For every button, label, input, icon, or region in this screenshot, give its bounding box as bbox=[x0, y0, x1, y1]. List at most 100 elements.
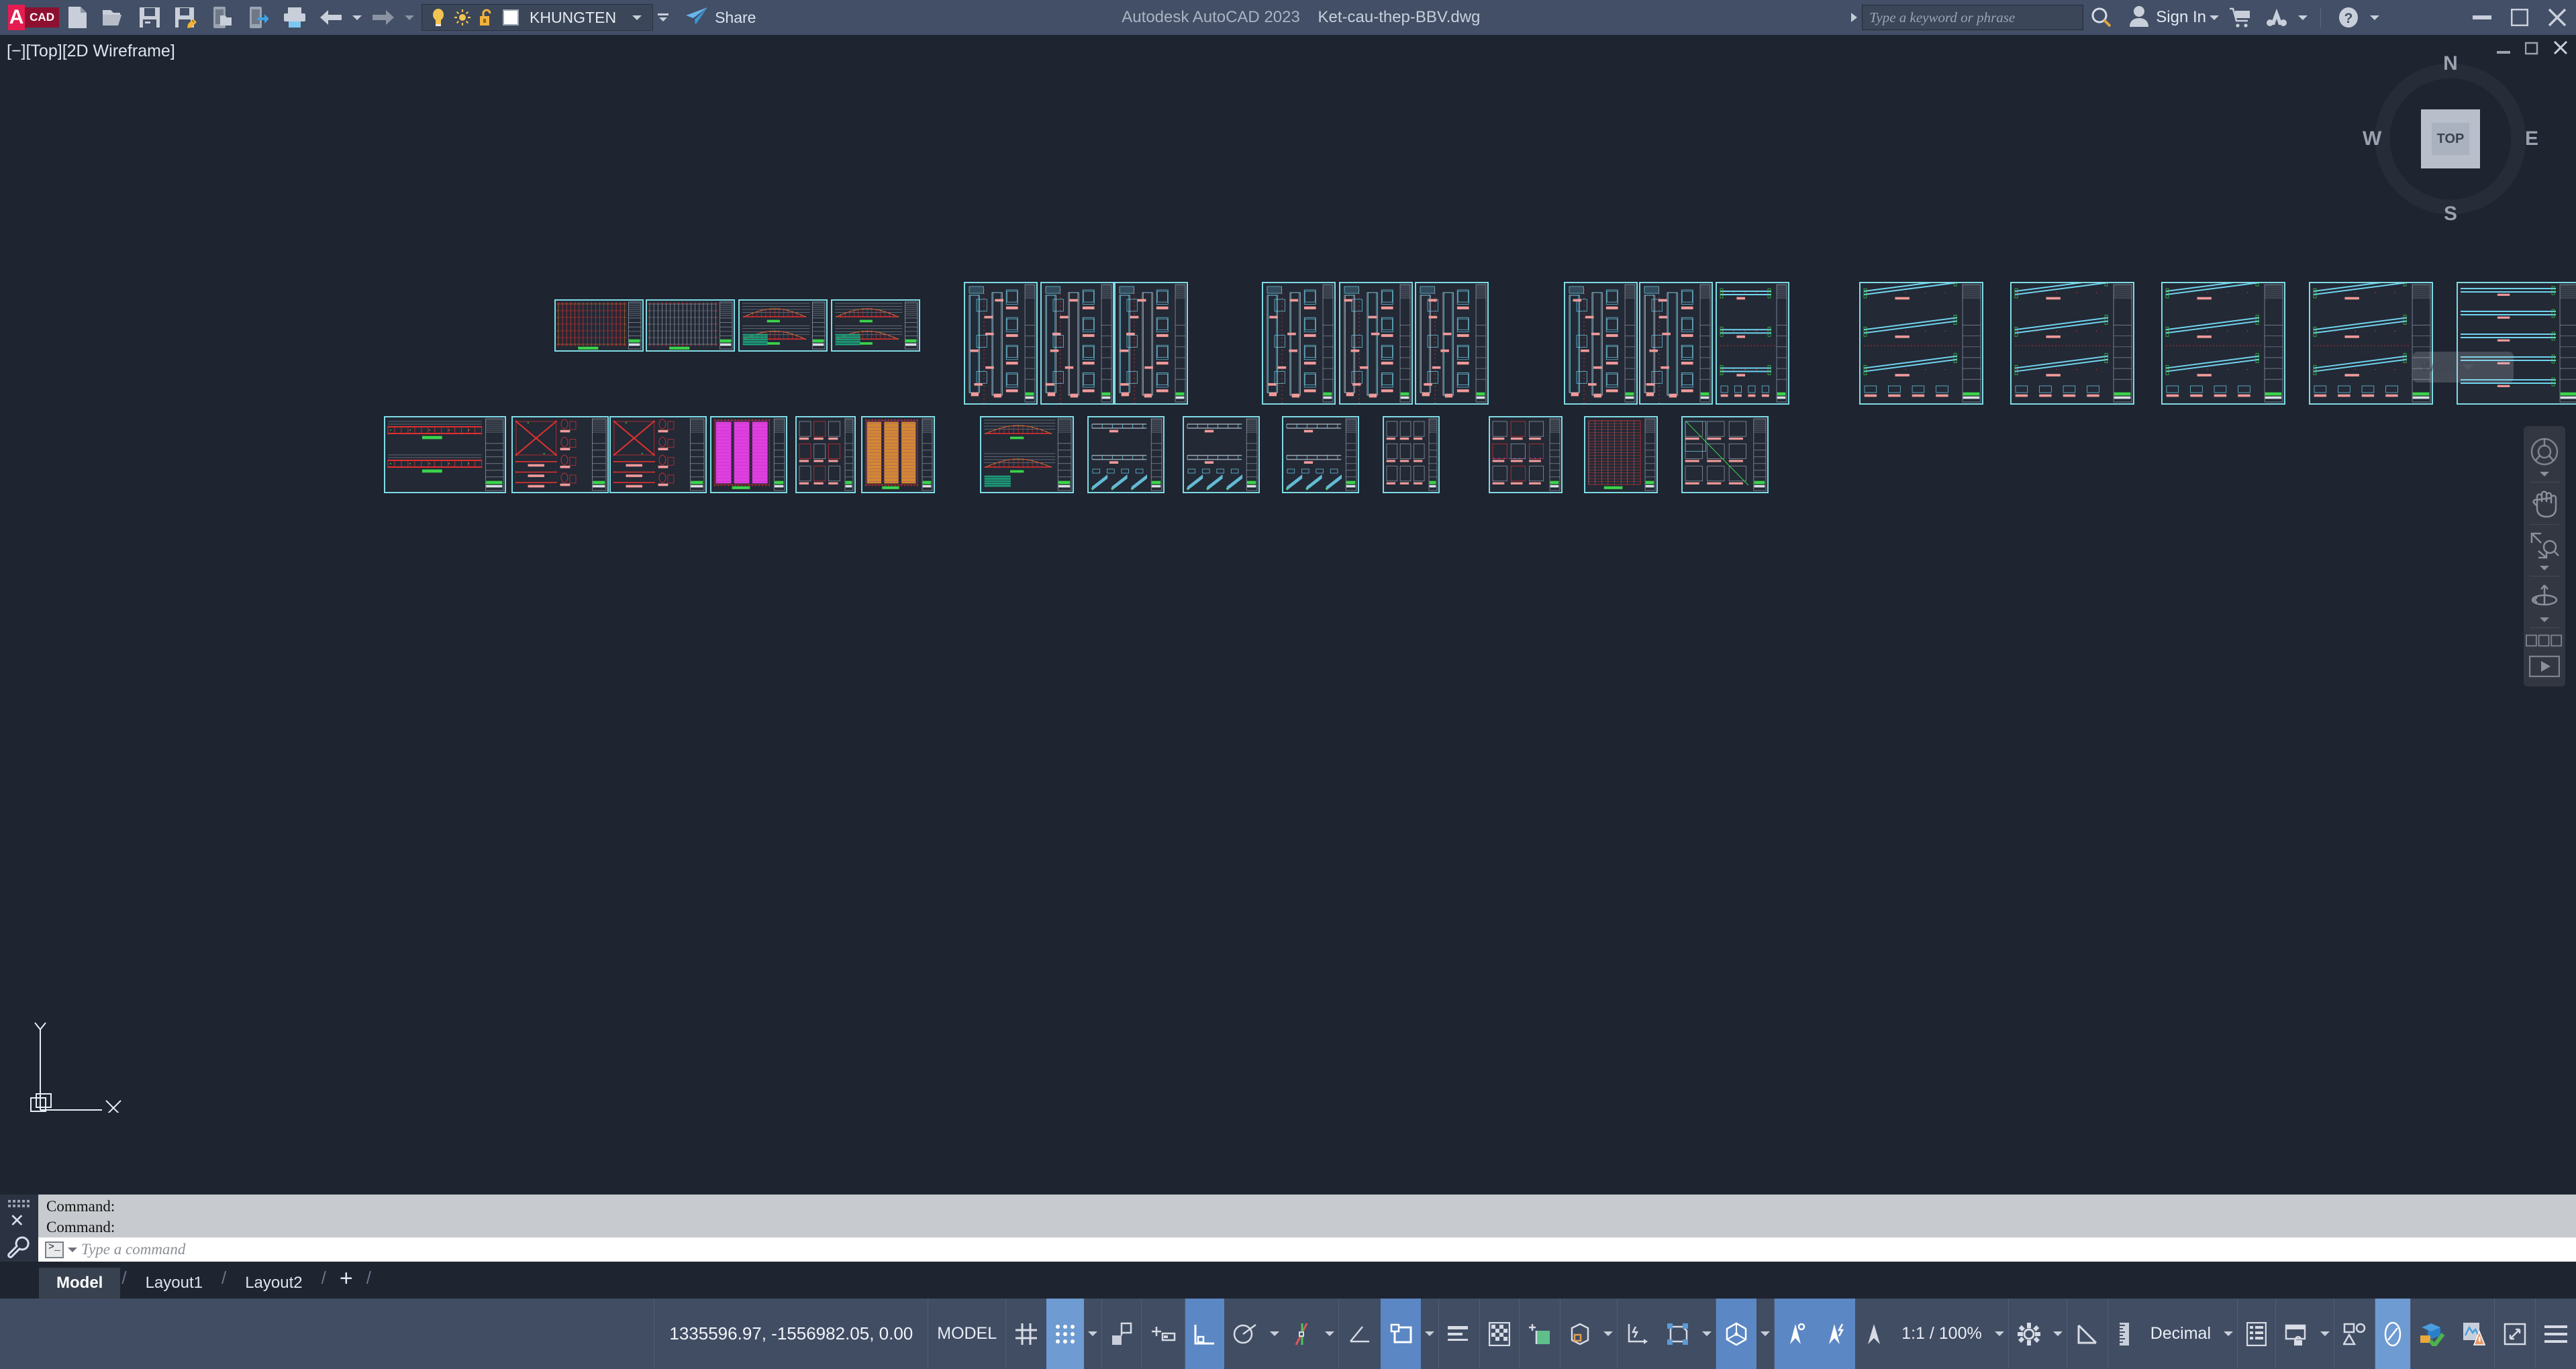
redo-icon[interactable] bbox=[365, 0, 401, 35]
sheet-plan-grid-gray[interactable] bbox=[646, 299, 735, 352]
sheet-column-detail-1[interactable] bbox=[964, 282, 1038, 405]
wrench-icon[interactable] bbox=[7, 1236, 30, 1262]
compass-west-label[interactable]: W bbox=[2363, 128, 2381, 150]
command-history[interactable]: Command: Command: bbox=[38, 1195, 2576, 1237]
compass-south-label[interactable]: S bbox=[2444, 203, 2457, 225]
sheet-detail-mix-4[interactable] bbox=[1681, 416, 1769, 493]
gizmo-dropdown-arrow[interactable] bbox=[1756, 1299, 1774, 1369]
help-dropdown-arrow[interactable] bbox=[2367, 0, 2383, 35]
transparency-toggle[interactable] bbox=[1480, 1299, 1519, 1369]
showmotion-thumbnails-icon[interactable] bbox=[2526, 630, 2563, 652]
3d-osnap-dropdown-arrow[interactable] bbox=[1599, 1299, 1617, 1369]
sheet-beam-detail-5[interactable] bbox=[2309, 282, 2433, 405]
sheet-deck-plan-magenta[interactable] bbox=[710, 416, 787, 493]
autodesk-a360-icon[interactable] bbox=[2259, 0, 2295, 35]
units-value[interactable]: Decimal bbox=[2142, 1299, 2220, 1369]
gizmo-toggle[interactable] bbox=[1716, 1299, 1756, 1369]
sheet-column-detail-5[interactable] bbox=[1339, 282, 1413, 405]
lineweight-toggle[interactable] bbox=[1439, 1299, 1479, 1369]
annotation-scale-toggle[interactable] bbox=[1855, 1299, 1893, 1369]
viewport-maximize-icon[interactable] bbox=[2067, 1299, 2108, 1369]
layout-tab-bar[interactable]: Model / Layout1 / Layout2 / + / bbox=[0, 1262, 2576, 1299]
steering-wheel-dropdown-arrow[interactable] bbox=[2540, 472, 2549, 476]
layer-dropdown-arrow[interactable] bbox=[626, 15, 648, 20]
compass-north-label[interactable]: N bbox=[2443, 52, 2458, 75]
open-file-icon[interactable] bbox=[95, 0, 132, 35]
isometric-drafting-toggle[interactable] bbox=[1283, 1299, 1321, 1369]
sheet-arch-truss[interactable] bbox=[980, 416, 1074, 493]
graphics-performance-icon[interactable] bbox=[2375, 1299, 2410, 1369]
a360-dropdown-arrow[interactable] bbox=[2295, 0, 2311, 35]
dynamic-ucs-toggle[interactable] bbox=[1618, 1299, 1658, 1369]
lock-ui-icon[interactable] bbox=[2276, 1299, 2316, 1369]
customization-icon[interactable] bbox=[2536, 1299, 2576, 1369]
showmotion-icon[interactable] bbox=[2526, 652, 2563, 681]
units-icon[interactable] bbox=[2108, 1299, 2142, 1369]
save-to-web-icon[interactable] bbox=[240, 0, 277, 35]
units-dropdown-arrow[interactable] bbox=[2220, 1299, 2237, 1369]
sheet-beam-sect-1[interactable] bbox=[1087, 416, 1165, 493]
sheet-beam-sect-3[interactable] bbox=[1282, 416, 1359, 493]
navigation-bar[interactable] bbox=[2524, 426, 2565, 687]
dynamic-input-toggle[interactable] bbox=[1142, 1299, 1185, 1369]
object-snap-toggle[interactable] bbox=[1381, 1299, 1421, 1369]
search-expand-arrow[interactable] bbox=[1846, 13, 1862, 22]
drawing-viewport[interactable]: [−][Top][2D Wireframe] N S W E TOP WCS bbox=[0, 35, 2576, 1195]
command-line-area[interactable]: ✕ Command: Command: Type a command bbox=[0, 1195, 2576, 1262]
tab-model[interactable]: Model bbox=[39, 1268, 120, 1299]
polar-tracking-toggle[interactable] bbox=[1224, 1299, 1266, 1369]
sheet-bracing-1[interactable] bbox=[511, 416, 609, 493]
sheet-beam-detail-1[interactable] bbox=[1716, 282, 1789, 405]
sheet-detail-mix-2[interactable] bbox=[1383, 416, 1440, 493]
isolate-objects-icon[interactable] bbox=[2334, 1299, 2375, 1369]
sheet-beam-detail-3[interactable] bbox=[2010, 282, 2134, 405]
workspace-dropdown-arrow[interactable] bbox=[2049, 1299, 2067, 1369]
clean-screen-icon[interactable] bbox=[2495, 1299, 2535, 1369]
window-maximize-button[interactable] bbox=[2501, 0, 2538, 35]
autodesk-store-icon[interactable] bbox=[2222, 0, 2259, 35]
window-close-button[interactable] bbox=[2538, 0, 2576, 35]
unlock-icon[interactable] bbox=[477, 7, 497, 28]
quick-properties-icon[interactable] bbox=[2238, 1299, 2275, 1369]
view-cube[interactable]: N S W E TOP bbox=[2360, 48, 2541, 230]
sheet-beam-sect-2[interactable] bbox=[1183, 416, 1260, 493]
ucs-wcs-dropdown[interactable]: WCS bbox=[2413, 352, 2514, 383]
annotation-monitor-icon[interactable] bbox=[2454, 1299, 2494, 1369]
sheet-deck-plan-orange[interactable] bbox=[861, 416, 935, 493]
sign-in-dropdown-arrow[interactable] bbox=[2206, 0, 2222, 35]
plot-icon[interactable] bbox=[277, 0, 313, 35]
annotation-scale-value[interactable]: 1:1 / 100% bbox=[1893, 1299, 1991, 1369]
drag-grip-icon[interactable] bbox=[8, 1200, 30, 1209]
annotation-visibility-toggle[interactable] bbox=[1775, 1299, 1815, 1369]
orbit-icon[interactable] bbox=[2526, 578, 2563, 616]
search-input[interactable]: Type a keyword or phrase bbox=[1862, 5, 2083, 30]
cursor-coordinates[interactable]: 1335596.97, -1556982.05, 0.00 bbox=[654, 1323, 928, 1344]
sheet-frame-elev-1[interactable] bbox=[384, 416, 506, 493]
object-snap-tracking-toggle[interactable] bbox=[1339, 1299, 1381, 1369]
snap-dropdown-arrow[interactable] bbox=[1084, 1299, 1101, 1369]
sheet-column-detail-2[interactable] bbox=[1040, 282, 1114, 405]
sheet-column-detail-8[interactable] bbox=[1639, 282, 1713, 405]
isometric-dropdown-arrow[interactable] bbox=[1321, 1299, 1338, 1369]
layer-control[interactable]: KHUNGTEN bbox=[422, 4, 653, 31]
sun-icon[interactable] bbox=[452, 7, 473, 28]
chevron-down-icon[interactable] bbox=[2462, 364, 2474, 370]
sheet-beam-detail-4[interactable] bbox=[2161, 282, 2285, 405]
selection-filtering-toggle[interactable] bbox=[1658, 1299, 1698, 1369]
sheet-beam-detail-2[interactable] bbox=[1859, 282, 1983, 405]
view-cube-top-face[interactable]: TOP bbox=[2421, 109, 2480, 168]
scale-dropdown-arrow[interactable] bbox=[1991, 1299, 2008, 1369]
autoscale-toggle[interactable] bbox=[1815, 1299, 1855, 1369]
sheet-beam-detail-6[interactable] bbox=[2457, 282, 2576, 405]
sheet-column-detail-7[interactable] bbox=[1564, 282, 1638, 405]
drawing-status-bar-icon[interactable] bbox=[2411, 1299, 2454, 1369]
save-icon[interactable] bbox=[132, 0, 168, 35]
compass-east-label[interactable]: E bbox=[2525, 128, 2538, 150]
new-file-icon[interactable] bbox=[59, 0, 95, 35]
sheet-bracing-2[interactable] bbox=[609, 416, 707, 493]
command-history-dropdown-arrow[interactable] bbox=[68, 1248, 77, 1252]
osnap-dropdown-arrow[interactable] bbox=[1421, 1299, 1438, 1369]
polar-dropdown-arrow[interactable] bbox=[1266, 1299, 1283, 1369]
undo-dropdown-arrow[interactable] bbox=[349, 0, 365, 35]
orbit-dropdown-arrow[interactable] bbox=[2540, 617, 2549, 622]
